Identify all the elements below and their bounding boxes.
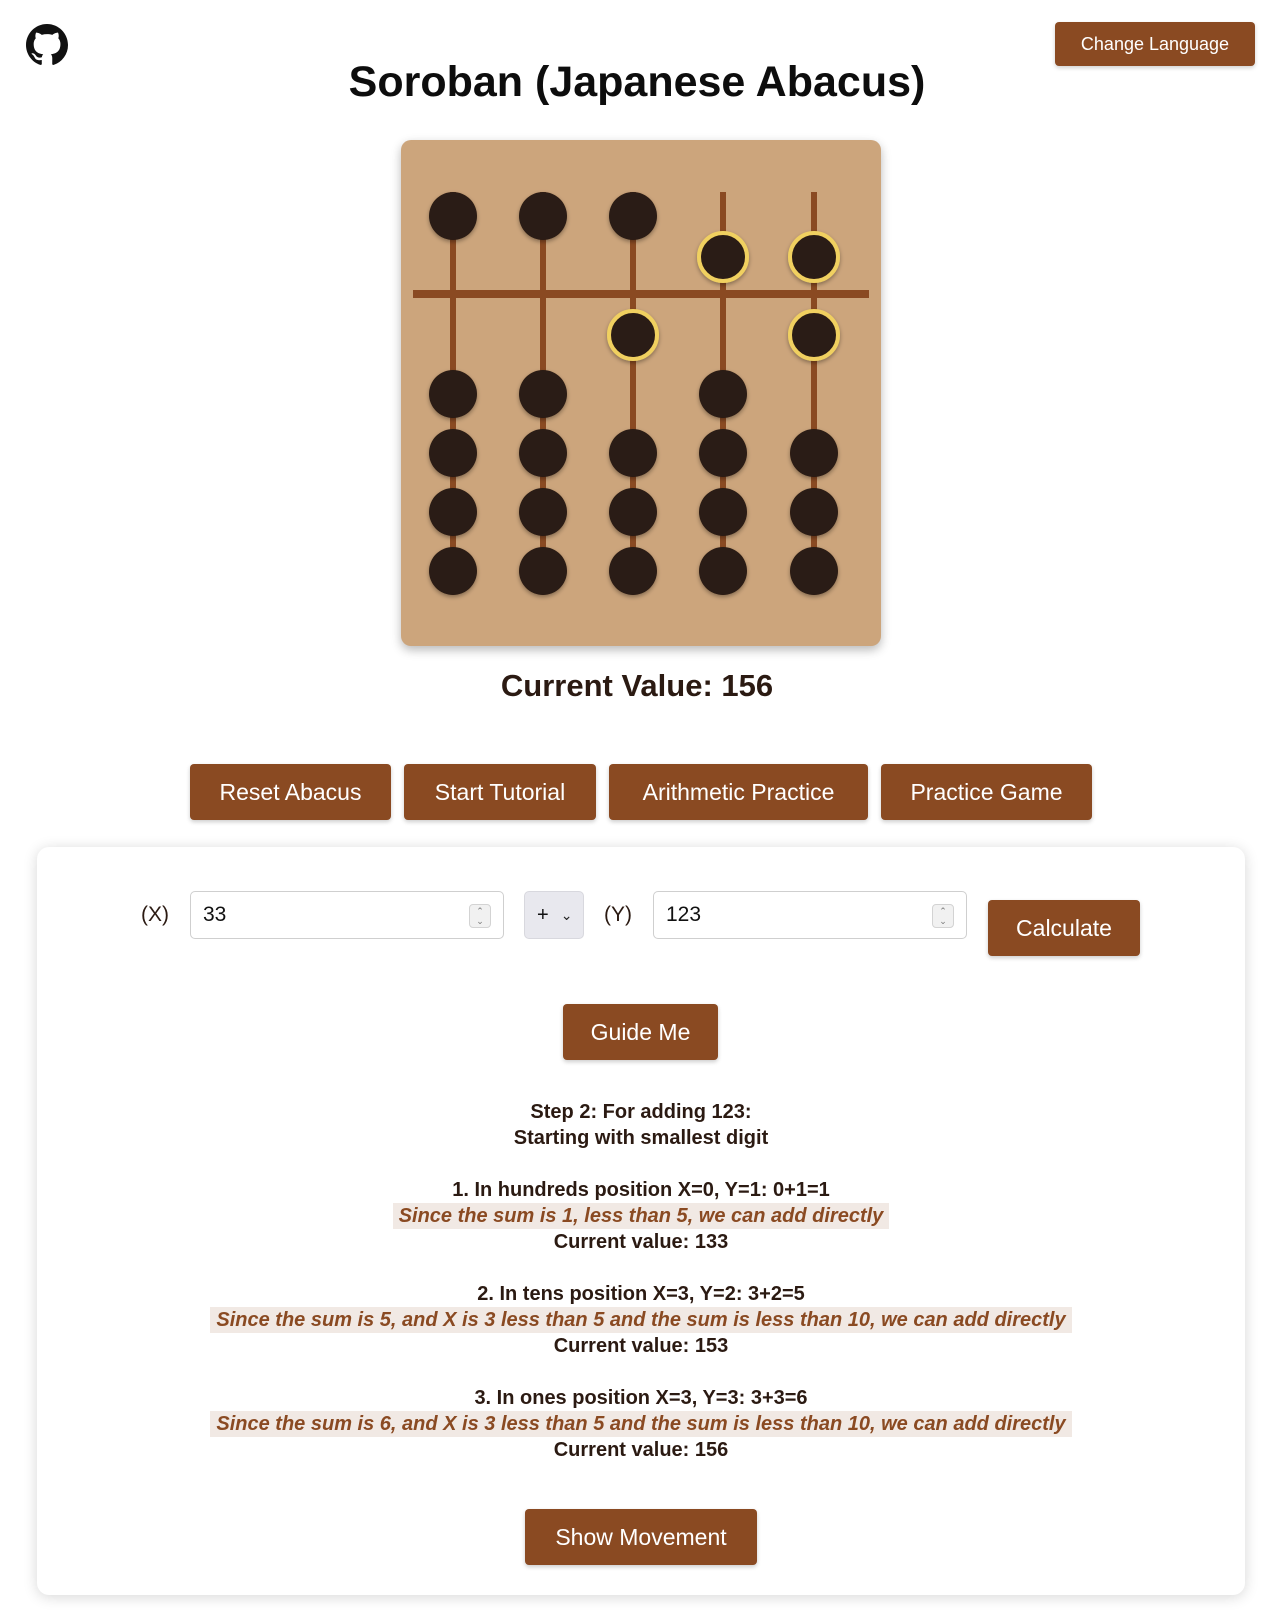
lower-bead[interactable] [429,547,477,595]
lower-bead[interactable] [788,309,840,361]
step-heading: 3. In ones position X=3, Y=3: 3+3=6 [474,1387,808,1409]
chevron-down-icon: ⌄ [560,906,573,923]
x-input-value: 33 [203,903,227,926]
abacus-svg[interactable] [401,140,881,646]
lower-bead[interactable] [609,547,657,595]
practice-game-button[interactable]: Practice Game [881,764,1092,820]
lower-bead[interactable] [429,488,477,536]
lower-bead[interactable] [699,488,747,536]
lower-bead[interactable] [519,429,567,477]
lower-bead[interactable] [609,429,657,477]
lower-bead[interactable] [699,429,747,477]
upper-bead[interactable] [788,231,840,283]
upper-bead[interactable] [429,192,477,240]
x-label: (X) [141,903,169,926]
start-tutorial-button[interactable]: Start Tutorial [404,764,596,820]
page-title: Soroban (Japanese Abacus) [348,58,926,106]
lower-bead[interactable] [699,370,747,418]
x-input[interactable]: 33 ⌃ ⌄ [190,891,504,939]
step-heading: 1. In hundreds position X=0, Y=1: 0+1=1 [452,1179,830,1201]
step-heading: 2. In tens position X=3, Y=2: 3+2=5 [477,1283,805,1305]
y-stepper[interactable]: ⌃ ⌄ [932,904,954,928]
upper-bead[interactable] [609,192,657,240]
operator-value: + [537,903,549,926]
x-stepper[interactable]: ⌃ ⌄ [469,904,491,928]
step-explanation: Since the sum is 5, and X is 3 less than… [210,1307,1072,1333]
lower-bead[interactable] [790,429,838,477]
upper-bead[interactable] [697,231,749,283]
y-input[interactable]: 123 ⌃ ⌄ [653,891,967,939]
lower-bead[interactable] [519,488,567,536]
step-explanation: Since the sum is 1, less than 5, we can … [392,1203,890,1229]
y-input-value: 123 [666,903,702,926]
lower-bead[interactable] [519,547,567,595]
step-result: Current value: 153 [553,1335,729,1357]
abacus-beam [413,290,869,298]
calculate-button[interactable]: Calculate [988,900,1140,956]
reset-abacus-button[interactable]: Reset Abacus [190,764,391,820]
step-result: Current value: 156 [553,1439,729,1461]
guide-steps: Step 2: For adding 123: Starting with sm… [37,1099,1245,1463]
operator-select[interactable]: + ⌄ [524,891,584,939]
lower-bead[interactable] [699,547,747,595]
lower-bead[interactable] [429,429,477,477]
y-label: (Y) [604,903,632,926]
show-movement-button[interactable]: Show Movement [525,1509,757,1565]
lower-bead[interactable] [790,488,838,536]
current-value: Current Value: 156 [500,668,774,703]
lower-bead[interactable] [607,309,659,361]
abacus-board[interactable] [401,140,881,646]
upper-bead[interactable] [519,192,567,240]
lower-bead[interactable] [790,547,838,595]
arithmetic-practice-panel: (X) 33 ⌃ ⌄ + ⌄ (Y) 123 ⌃ ⌄ Calculate Guide… [37,847,1245,1595]
arithmetic-practice-button[interactable]: Arithmetic Practice [609,764,868,820]
step-explanation: Since the sum is 6, and X is 3 less than… [210,1411,1072,1437]
lower-bead[interactable] [609,488,657,536]
lower-bead[interactable] [429,370,477,418]
lower-bead[interactable] [519,370,567,418]
step-title: Step 2: For adding 123: [530,1101,752,1123]
step-result: Current value: 133 [553,1231,729,1253]
guide-me-button[interactable]: Guide Me [563,1004,718,1060]
step-subtitle: Starting with smallest digit [513,1127,769,1149]
